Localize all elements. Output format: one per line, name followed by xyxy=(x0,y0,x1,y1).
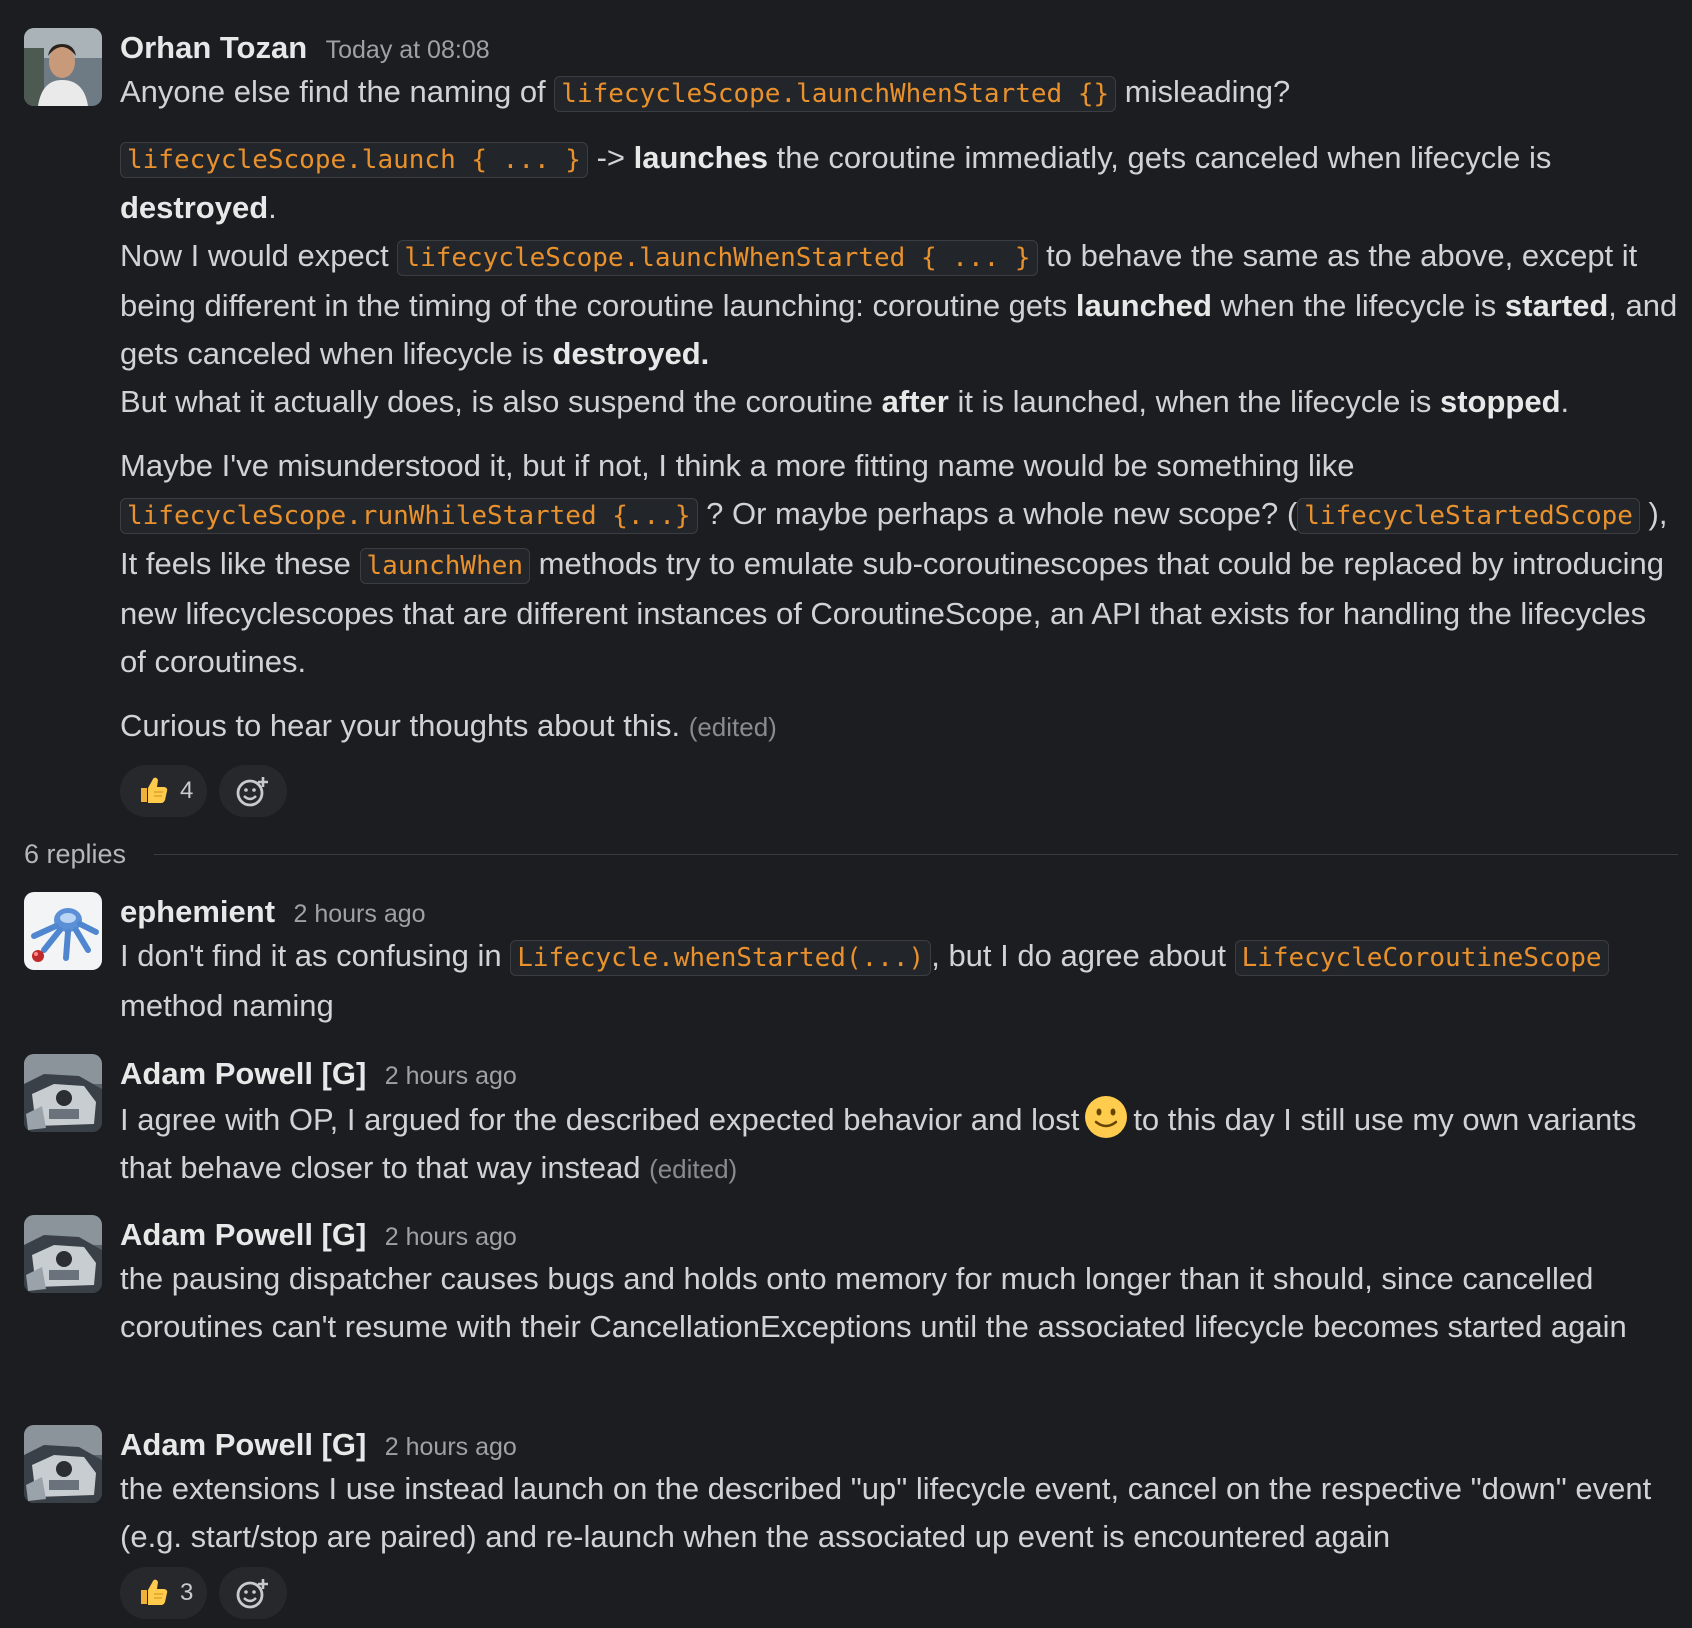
inline-code: lifecycleScope.runWhileStarted {...} xyxy=(120,498,698,534)
message-body: the extensions I use instead launch on t… xyxy=(120,1465,1678,1561)
timestamp[interactable]: Today at 08:08 xyxy=(326,36,490,64)
message-text: I don't find it as confusing in xyxy=(120,938,511,973)
timestamp[interactable]: 2 hours ago xyxy=(293,900,425,928)
message-text: I agree with OP, I argued for the descri… xyxy=(120,1102,1080,1137)
inline-code: LifecycleCoroutineScope xyxy=(1234,940,1609,976)
avatar[interactable] xyxy=(24,1054,102,1132)
message-body: Anyone else find the naming of lifecycle… xyxy=(120,68,1678,751)
message-paragraph: lifecycleScope.launch { ... } -> launche… xyxy=(120,134,1678,426)
message-text: Maybe I've misunderstood it, but if not,… xyxy=(120,448,1355,483)
bold-text: launched xyxy=(1075,288,1212,323)
message-text: method naming xyxy=(120,988,334,1023)
author-name[interactable]: Adam Powell [G] xyxy=(120,1217,366,1252)
message-text: , but I do agree about xyxy=(931,938,1235,973)
message-text: -> xyxy=(587,140,634,175)
message-body: I don't find it as confusing in Lifecycl… xyxy=(120,932,1678,1030)
reaction-count: 4 xyxy=(180,777,194,804)
slightly-smiling-face-icon xyxy=(1085,1096,1128,1138)
message-text: the coroutine immediatly, gets canceled … xyxy=(768,140,1552,175)
reaction-thumbs-up[interactable]: 4 xyxy=(120,765,208,817)
message-text: ? Or maybe perhaps a whole new scope? ( xyxy=(697,496,1298,531)
replies-count[interactable]: 6 replies xyxy=(24,839,126,870)
edited-label: (edited) xyxy=(649,1154,738,1184)
author-name[interactable]: Adam Powell [G] xyxy=(120,1056,366,1091)
message-paragraph: Anyone else find the naming of lifecycle… xyxy=(120,68,1678,118)
message-body: the pausing dispatcher causes bugs and h… xyxy=(120,1255,1678,1351)
inline-code: Lifecycle.whenStarted(...) xyxy=(510,940,932,976)
message-text: But what it actually does, is also suspe… xyxy=(120,384,882,419)
avatar[interactable] xyxy=(24,1215,102,1293)
thread-replies-divider: 6 replies xyxy=(24,830,1678,878)
reactions-bar: 4 xyxy=(120,765,1678,817)
inline-code: lifecycleScope.launchWhenStarted {} xyxy=(554,76,1117,112)
bold-text: started xyxy=(1504,288,1609,323)
message-text: . xyxy=(1560,384,1570,419)
add-reaction-button[interactable] xyxy=(219,1567,288,1619)
edited-label: (edited) xyxy=(688,712,777,742)
message-text: misleading? xyxy=(1116,74,1291,109)
message-text: the pausing dispatcher causes bugs and h… xyxy=(120,1261,1627,1344)
timestamp[interactable]: 2 hours ago xyxy=(385,1223,517,1251)
bold-text: destroyed xyxy=(120,190,269,225)
author-name[interactable]: Adam Powell [G] xyxy=(120,1427,366,1462)
add-reaction-icon xyxy=(236,775,270,807)
reactions-bar: 3 xyxy=(120,1567,1678,1619)
add-reaction-button[interactable] xyxy=(219,765,288,817)
inline-code: launchWhen xyxy=(359,548,531,584)
inline-code: lifecycleScope.launchWhenStarted { ... } xyxy=(397,240,1038,276)
message-text: Now I would expect xyxy=(120,238,398,273)
inline-code: lifecycleStartedScope xyxy=(1297,498,1640,534)
author-name[interactable]: Orhan Tozan xyxy=(120,30,307,65)
avatar[interactable] xyxy=(24,1425,102,1503)
author-name[interactable]: ephemient xyxy=(120,894,275,929)
message-text: Anyone else find the naming of xyxy=(120,74,555,109)
thumbs-up-icon xyxy=(140,1578,169,1606)
message-body: I agree with OP, I argued for the descri… xyxy=(120,1094,1678,1193)
timestamp[interactable]: 2 hours ago xyxy=(385,1433,517,1461)
message-text: . xyxy=(268,190,277,225)
reaction-count: 3 xyxy=(180,1579,194,1606)
message-paragraph: Curious to hear your thoughts about this… xyxy=(120,702,1678,751)
message-paragraph: Maybe I've misunderstood it, but if not,… xyxy=(120,442,1678,686)
message-text: it is launched, when the lifecycle is xyxy=(948,384,1440,419)
bold-text: launches xyxy=(633,140,768,175)
thumbs-up-icon xyxy=(140,776,169,804)
message-paragraph: I don't find it as confusing in Lifecycl… xyxy=(120,932,1678,1030)
message-text: Curious to hear your thoughts about this… xyxy=(120,708,681,743)
message-text: the extensions I use instead launch on t… xyxy=(120,1471,1652,1554)
message-text: when the lifecycle is xyxy=(1211,288,1505,323)
timestamp[interactable]: 2 hours ago xyxy=(385,1062,517,1090)
add-reaction-icon xyxy=(236,1577,270,1609)
avatar[interactable] xyxy=(24,892,102,970)
bold-text: stopped xyxy=(1439,384,1561,419)
avatar[interactable] xyxy=(24,28,102,106)
message-paragraph: I agree with OP, I argued for the descri… xyxy=(120,1094,1678,1193)
bold-text: after xyxy=(881,384,949,419)
divider xyxy=(154,853,1678,855)
inline-code: lifecycleScope.launch { ... } xyxy=(120,142,588,178)
bold-text: destroyed. xyxy=(552,336,710,371)
reaction-thumbs-up[interactable]: 3 xyxy=(120,1567,208,1619)
